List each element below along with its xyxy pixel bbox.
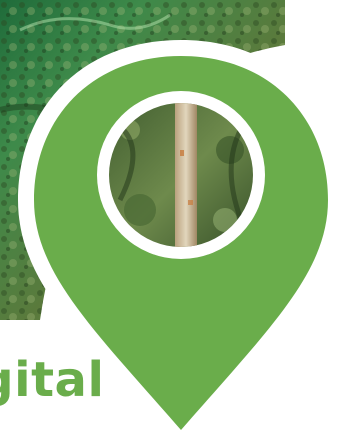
headline: Digital bbox=[0, 352, 342, 412]
promo-graphic: Digital bbox=[0, 0, 342, 443]
headline-text: Digital bbox=[0, 352, 105, 408]
